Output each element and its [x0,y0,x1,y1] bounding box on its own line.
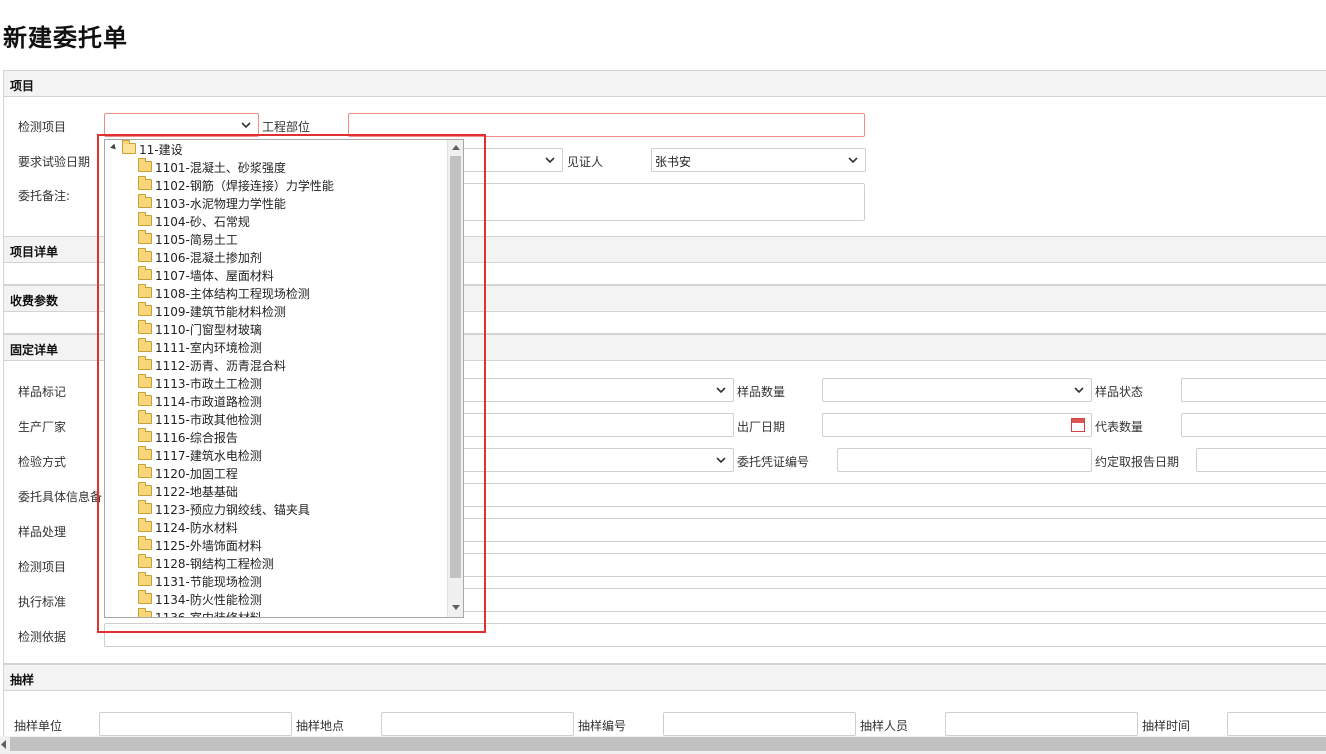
sample-qty-label: 样品数量 [737,385,786,399]
chevron-down-icon [716,457,726,464]
sample-status-input[interactable] [1181,378,1326,402]
sampling-place-label: 抽样地点 [296,719,345,733]
chevron-down-icon [716,387,726,394]
project-part-label: 工程部位 [262,120,311,134]
sample-mark-label: 样品标记 [18,385,67,399]
witness-value: 张书安 [655,155,692,169]
chevron-down-icon [1074,387,1084,394]
standard-label: 执行标准 [18,595,67,609]
chevron-down-icon [848,157,858,164]
scroll-left-arrow-icon[interactable] [1,740,7,749]
factory-date-label: 出厂日期 [737,420,786,434]
calendar-icon[interactable] [1071,418,1085,432]
chevron-down-icon [545,157,555,164]
page-horizontal-scroll-thumb[interactable] [10,737,1326,751]
sampling-person-label: 抽样人员 [860,719,909,733]
detail-info-label: 委托具体信息备 [18,490,103,504]
voucher-no-input[interactable] [837,448,1092,472]
sampling-unit-label: 抽样单位 [14,719,63,733]
sample-qty-select[interactable] [822,378,1092,402]
section-header-sampling: 抽样 [3,664,1326,691]
voucher-no-label: 委托凭证编号 [737,455,810,469]
chevron-down-icon [241,122,251,129]
witness-select[interactable]: 张书安 [651,148,866,172]
highlight-box [97,134,486,633]
page-horizontal-scrollbar[interactable] [0,736,1326,754]
section-header-project: 项目 [3,70,1326,97]
sampling-number-label: 抽样编号 [578,719,627,733]
report-date-input[interactable] [1196,448,1326,472]
manufacturer-label: 生产厂家 [18,420,67,434]
represent-qty-input[interactable] [1181,413,1326,437]
sampling-time-label: 抽样时间 [1142,719,1191,733]
report-date-label: 约定取报告日期 [1095,455,1180,469]
sample-handle-label: 样品处理 [18,525,67,539]
sampling-time-input[interactable] [1227,712,1326,736]
fixed-test-item-label: 检测项目 [18,560,67,574]
remark-label: 委托备注: [18,189,71,203]
represent-qty-label: 代表数量 [1095,420,1144,434]
test-item-label: 检测项目 [18,120,67,134]
sample-status-label: 样品状态 [1095,385,1144,399]
page-title: 新建委托单 [3,24,128,52]
sampling-person-input[interactable] [945,712,1138,736]
basis-label: 检测依据 [18,630,67,644]
inspect-method-label: 检验方式 [18,455,67,469]
sampling-unit-input[interactable] [99,712,292,736]
witness-label: 见证人 [567,155,604,169]
required-date-label: 要求试验日期 [18,155,91,169]
sampling-place-input[interactable] [381,712,574,736]
factory-date-input[interactable] [822,413,1092,437]
sampling-number-input[interactable] [663,712,856,736]
